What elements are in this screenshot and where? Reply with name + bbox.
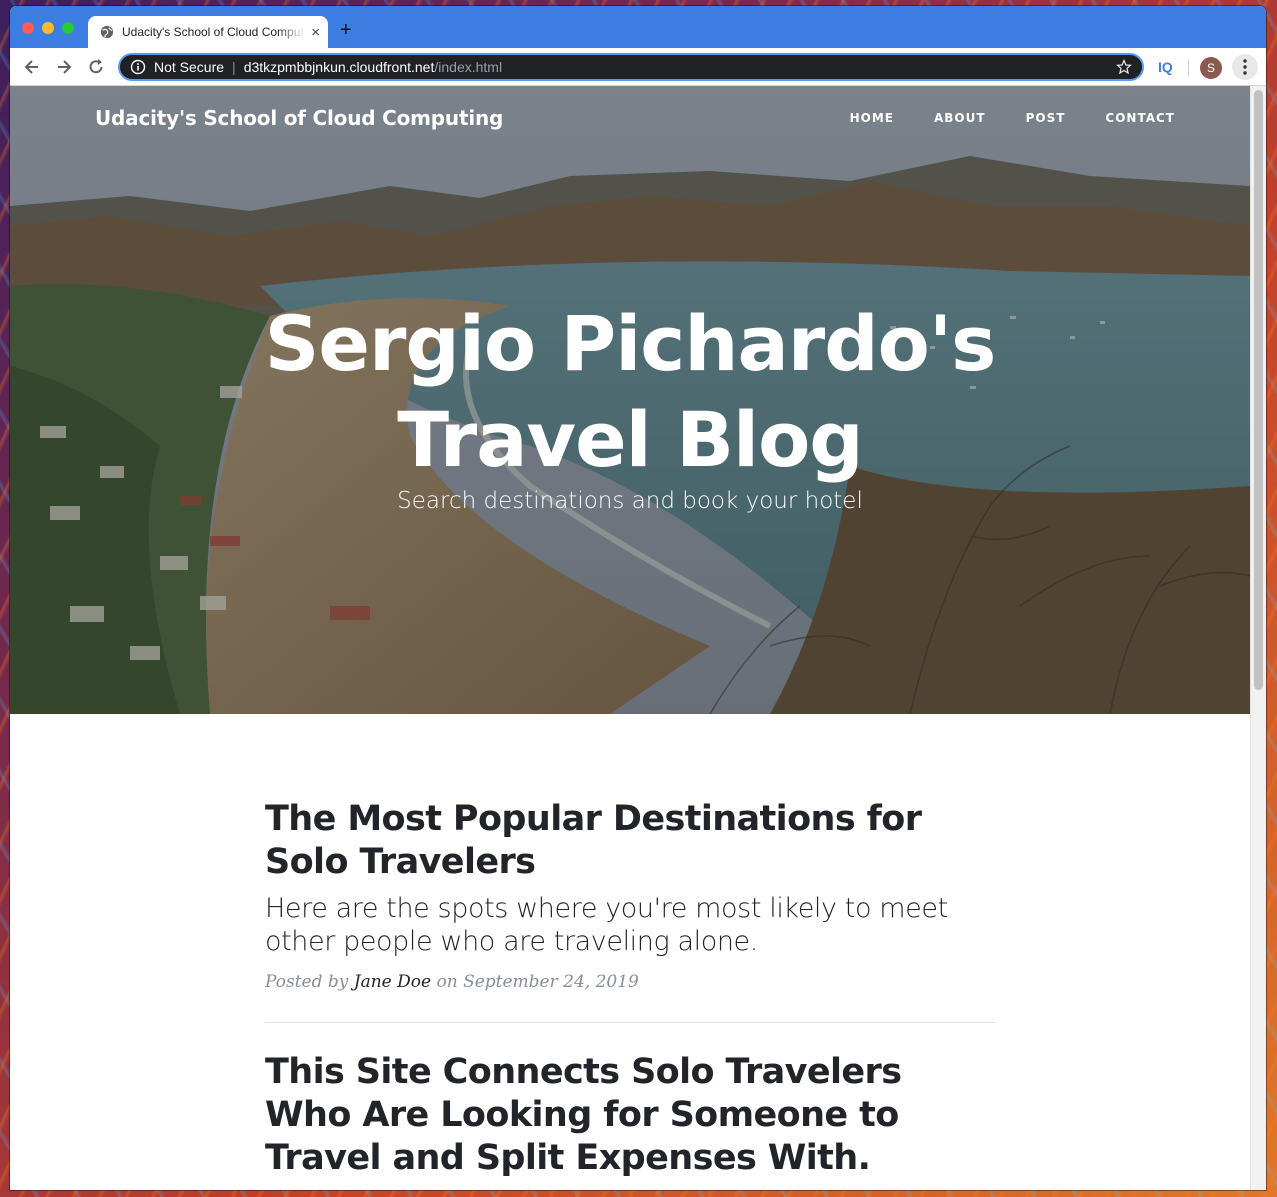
url-host: d3tkzpmbbjnkun.cloudfront.net (243, 59, 435, 75)
hero-header: Udacity's School of Cloud Computing HOME… (10, 86, 1250, 714)
close-window-button[interactable] (22, 22, 34, 34)
back-arrow-icon[interactable] (22, 57, 42, 77)
post-preview[interactable]: This Site Connects Solo Travelers Who Ar… (265, 1051, 995, 1180)
browser-menu-icon[interactable] (1232, 54, 1258, 80)
post-meta: Posted by Jane Doe on September 24, 2019 (265, 972, 995, 992)
address-bar[interactable]: Not Secure | d3tkzpmbbjnkun.cloudfront.n… (118, 53, 1144, 81)
post-preview[interactable]: The Most Popular Destinations for Solo T… (265, 798, 995, 992)
tab-close-icon[interactable]: × (311, 25, 320, 40)
browser-toolbar: Not Secure | d3tkzpmbbjnkun.cloudfront.n… (10, 48, 1266, 86)
post-divider (265, 1022, 995, 1023)
bookmark-star-icon[interactable] (1116, 59, 1132, 75)
tab-active[interactable]: Udacity's School of Cloud Computing × (88, 16, 328, 48)
nav-about-link[interactable]: ABOUT (934, 111, 986, 125)
new-tab-button[interactable]: + (340, 20, 352, 40)
page-viewport: Udacity's School of Cloud Computing HOME… (10, 86, 1250, 1190)
maximize-window-button[interactable] (62, 22, 74, 34)
forward-arrow-icon[interactable] (54, 57, 74, 77)
hero-title-line2: Travel Blog (397, 395, 863, 484)
post-subtitle[interactable]: Here are the spots where you're most lik… (265, 892, 995, 958)
posted-on-label: on (436, 972, 458, 992)
hero-subtitle: Search destinations and book your hotel (397, 488, 863, 514)
posted-by-label: Posted by (265, 972, 349, 992)
security-label: Not Secure (154, 59, 225, 75)
post-title[interactable]: The Most Popular Destinations for Solo T… (265, 798, 995, 884)
nav-contact-link[interactable]: CONTACT (1105, 111, 1175, 125)
profile-avatar[interactable]: S (1200, 57, 1222, 79)
globe-icon (100, 25, 114, 39)
site-nav: HOME ABOUT POST CONTACT (850, 111, 1175, 125)
scrollbar-thumb[interactable] (1254, 90, 1263, 690)
nav-post-link[interactable]: POST (1026, 111, 1066, 125)
post-date: September 24, 2019 (463, 972, 639, 992)
post-list: The Most Popular Destinations for Solo T… (265, 798, 995, 1180)
minimize-window-button[interactable] (42, 22, 54, 34)
toolbar-divider (1188, 60, 1189, 76)
post-author-link[interactable]: Jane Doe (354, 972, 431, 992)
site-brand-link[interactable]: Udacity's School of Cloud Computing (95, 106, 503, 130)
iq-extension-icon[interactable]: IQ (1158, 59, 1173, 75)
hero-title-line1: Sergio Pichardo's (264, 299, 997, 388)
browser-window: Udacity's School of Cloud Computing × + … (10, 6, 1266, 1190)
nav-home-link[interactable]: HOME (850, 111, 894, 125)
page-scrollbar[interactable] (1250, 86, 1266, 1190)
post-title[interactable]: This Site Connects Solo Travelers Who Ar… (265, 1051, 995, 1180)
tab-title: Udacity's School of Cloud Computing (122, 25, 306, 39)
url-path: /index.html (434, 59, 503, 75)
hero-title: Sergio Pichardo's Travel Blog (10, 296, 1250, 488)
tab-strip: Udacity's School of Cloud Computing × + (10, 6, 1266, 48)
url-separator: | (232, 59, 236, 75)
reload-icon[interactable] (86, 57, 106, 77)
info-icon[interactable] (130, 59, 146, 75)
